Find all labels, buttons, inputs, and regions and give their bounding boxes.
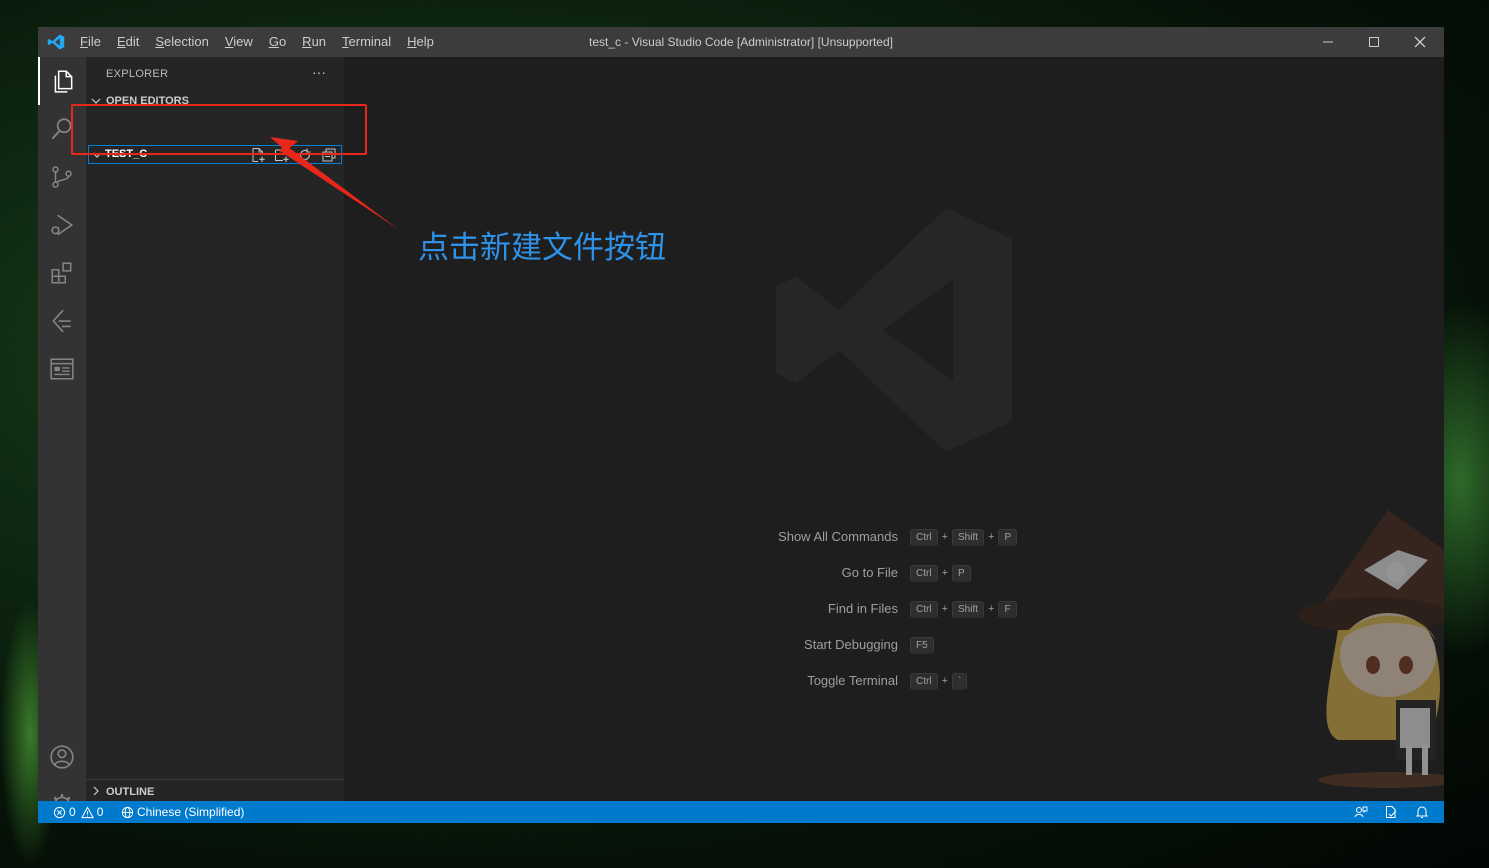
document-check-icon	[1386, 806, 1397, 818]
bell-icon	[1415, 806, 1429, 818]
key: Ctrl	[910, 564, 938, 582]
globe-icon	[121, 806, 134, 818]
warning-icon	[80, 805, 94, 818]
key: F	[998, 600, 1017, 618]
close-icon	[1414, 36, 1426, 48]
title-bar: File Edit Selection View Go Run Terminal…	[38, 27, 1444, 57]
sidebar-title: EXPLORER	[106, 68, 169, 80]
status-bar: 0 0 Chinese (Simplified)	[38, 801, 1444, 823]
menu-view[interactable]: View	[217, 27, 261, 57]
activity-source-control[interactable]	[38, 153, 86, 201]
more-actions-button[interactable]: ···	[310, 65, 328, 84]
shortcut-label: Find in Files	[827, 601, 898, 616]
chevron-right-icon	[93, 786, 99, 796]
outline-section[interactable]: OUTLINE	[86, 779, 344, 801]
menu-help[interactable]: Help	[399, 27, 442, 57]
language-pack-status[interactable]: Chinese (Simplified)	[121, 801, 244, 823]
feedback-person-icon	[1354, 806, 1368, 818]
annotation-instruction-text: 点击新建文件按钮	[418, 230, 666, 266]
keybinding: Ctrl + Shift + F	[910, 599, 1017, 619]
error-icon	[53, 806, 66, 818]
key: Shift	[952, 600, 985, 618]
background-mascot-image	[1298, 510, 1444, 788]
key: Ctrl	[910, 672, 938, 690]
minimize-icon	[1323, 41, 1333, 43]
warning-count: 0	[96, 805, 104, 819]
source-control-icon	[52, 166, 72, 188]
vscode-watermark-logo	[775, 208, 1012, 452]
close-button[interactable]	[1397, 27, 1443, 57]
run-debug-icon	[51, 214, 74, 236]
menu-go[interactable]: Go	[261, 27, 294, 57]
activity-run-debug[interactable]	[38, 201, 86, 249]
explorer-icon	[54, 70, 73, 93]
keybinding: Ctrl + P	[910, 563, 971, 583]
key: Ctrl	[910, 528, 938, 546]
keybinding: F5	[910, 635, 934, 655]
key: Shift	[952, 528, 985, 546]
activity-accounts[interactable]	[38, 733, 86, 781]
maximize-icon	[1369, 37, 1379, 47]
activity-bar	[38, 57, 86, 816]
account-icon	[50, 745, 74, 769]
minimize-button[interactable]	[1305, 27, 1351, 57]
panel-icon	[50, 358, 74, 380]
shortcut-label: Toggle Terminal	[807, 673, 898, 688]
menu-bar: File Edit Selection View Go Run Terminal…	[72, 27, 442, 57]
activity-extensions[interactable]	[38, 249, 86, 297]
annotation-highlight-box	[71, 104, 367, 155]
outline-label: OUTLINE	[106, 786, 155, 798]
shortcut-label: Start Debugging	[804, 637, 898, 652]
menu-terminal[interactable]: Terminal	[334, 27, 399, 57]
key: Ctrl	[910, 600, 938, 618]
extensions-icon	[51, 262, 72, 284]
menu-edit[interactable]: Edit	[109, 27, 147, 57]
key: `	[952, 672, 968, 690]
key: P	[998, 528, 1018, 546]
shortcut-label: Show All Commands	[778, 529, 898, 544]
explorer-sidebar: EXPLORER ··· OPEN EDITORS TEST_C OUTLINE	[86, 57, 344, 801]
file-status-button[interactable]	[1384, 801, 1398, 823]
key: P	[952, 564, 971, 582]
live-share-button[interactable]	[1354, 801, 1368, 823]
language-label: Chinese (Simplified)	[137, 805, 245, 819]
keybinding: Ctrl + Shift + P	[910, 527, 1018, 547]
keybinding: Ctrl + `	[910, 671, 968, 691]
shortcut-label: Go to File	[841, 565, 898, 580]
vscode-logo-icon	[47, 34, 65, 50]
maximize-button[interactable]	[1351, 27, 1397, 57]
menu-file[interactable]: File	[72, 27, 109, 57]
activity-remote[interactable]	[38, 297, 86, 345]
remote-icon	[52, 309, 71, 333]
menu-selection[interactable]: Selection	[147, 27, 216, 57]
notifications-button[interactable]	[1415, 801, 1429, 823]
key: F5	[910, 636, 934, 654]
error-count: 0	[69, 805, 76, 819]
problems-status[interactable]: 0 0	[53, 801, 103, 823]
menu-run[interactable]: Run	[294, 27, 334, 57]
activity-panel[interactable]	[38, 345, 86, 393]
activity-explorer[interactable]	[38, 57, 86, 105]
